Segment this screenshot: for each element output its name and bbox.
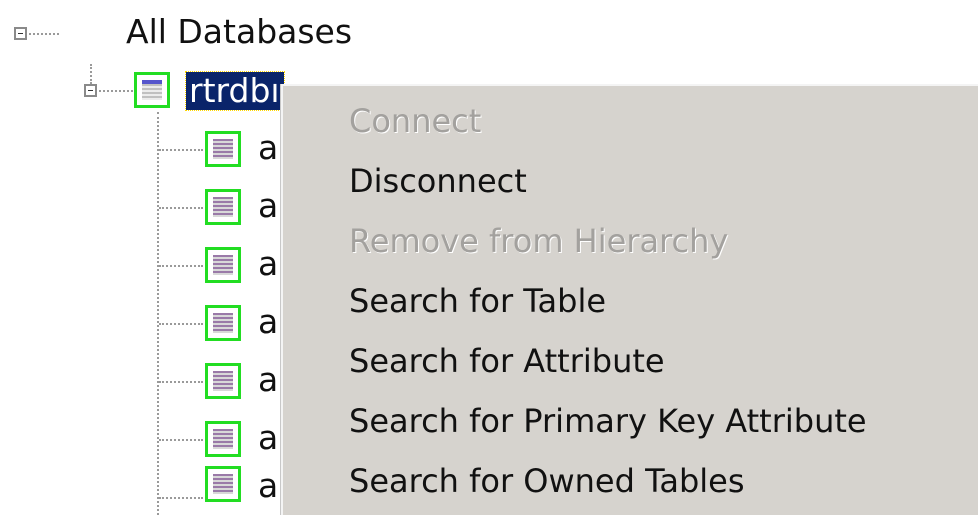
- database-table-icon: [205, 305, 241, 341]
- root-collapse-icon[interactable]: [14, 27, 27, 40]
- tree-connector: [99, 90, 133, 92]
- tree-connector: [159, 381, 203, 383]
- tree-connector: [157, 112, 159, 515]
- tree-node-server[interactable]: rtrdbı: [185, 71, 285, 111]
- tree-child-label[interactable]: a: [258, 186, 278, 226]
- menu-item-search-for-table[interactable]: Search for Table: [349, 272, 606, 330]
- server-collapse-icon[interactable]: [84, 84, 97, 97]
- tree-child-label[interactable]: a: [258, 244, 278, 284]
- database-explorer: All Databases rtrdbı a a a a a a a Conne…: [0, 0, 978, 515]
- database-table-icon: [205, 421, 241, 457]
- tree-child-label[interactable]: a: [258, 128, 278, 168]
- tree-child-label[interactable]: a: [258, 302, 278, 342]
- database-table-icon: [205, 466, 241, 502]
- database-table-icon: [205, 363, 241, 399]
- menu-item-connect[interactable]: Connect: [349, 92, 481, 150]
- tree-connector: [159, 323, 203, 325]
- tree-connector: [159, 497, 203, 499]
- tree-child-label[interactable]: a: [258, 418, 278, 458]
- menu-item-remove-from-hierarchy[interactable]: Remove from Hierarchy: [349, 212, 728, 270]
- tree-connector: [159, 149, 203, 151]
- context-menu: Connect Disconnect Remove from Hierarchy…: [281, 84, 978, 515]
- database-server-icon: [134, 72, 170, 108]
- tree-connector: [159, 439, 203, 441]
- menu-item-search-for-owned-tables[interactable]: Search for Owned Tables: [349, 452, 745, 510]
- tree-root-all-databases[interactable]: All Databases: [126, 12, 352, 52]
- tree-connector: [29, 33, 59, 35]
- menu-item-search-for-primary-key-attribute[interactable]: Search for Primary Key Attribute: [349, 392, 867, 450]
- menu-item-search-for-attribute[interactable]: Search for Attribute: [349, 332, 665, 390]
- menu-item-disconnect[interactable]: Disconnect: [349, 152, 527, 210]
- database-table-icon: [205, 247, 241, 283]
- tree-child-label[interactable]: a: [258, 360, 278, 400]
- database-table-icon: [205, 189, 241, 225]
- tree-child-label[interactable]: a: [258, 466, 278, 506]
- database-table-icon: [205, 131, 241, 167]
- tree-connector: [159, 207, 203, 209]
- tree-connector: [159, 265, 203, 267]
- tree-connector: [90, 64, 92, 84]
